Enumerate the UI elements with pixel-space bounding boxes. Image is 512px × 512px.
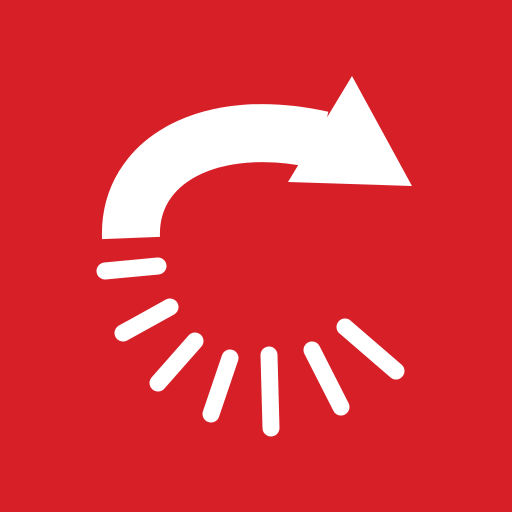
app-icon bbox=[0, 0, 512, 512]
loading-tick bbox=[96, 257, 167, 280]
redo-arrow-loading-icon bbox=[0, 0, 512, 512]
icon-background bbox=[0, 0, 512, 512]
loading-tick bbox=[260, 346, 280, 437]
